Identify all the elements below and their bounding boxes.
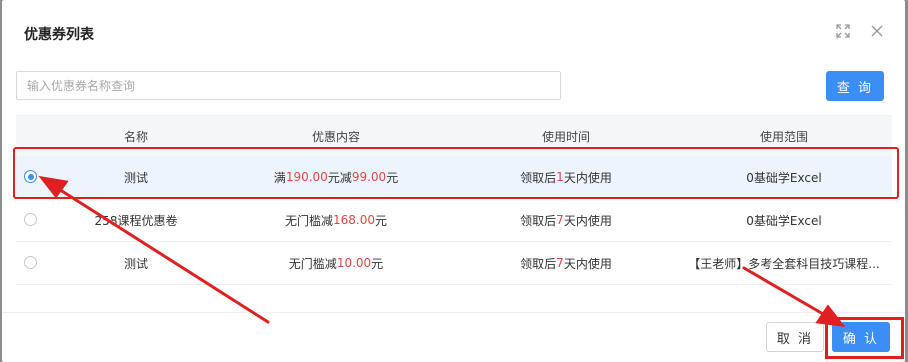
coupon-content: 满 190.00 元减 99.00 元	[273, 170, 399, 185]
header-name: 名称	[123, 129, 148, 144]
coupon-name: 测试	[123, 170, 148, 185]
coupon-content: 无门槛减 168.00 元	[284, 213, 388, 228]
cancel-button[interactable]: 取 消	[766, 322, 824, 352]
coupon-time: 领取后 1 天内使用	[520, 170, 612, 185]
dialog-header: 优惠券列表	[2, 0, 905, 62]
coupon-table: 名称 优惠内容 使用时间 使用范围 测试 满 190.00 元减 99.00 元 领取后…	[16, 115, 892, 285]
header-time: 使用时间	[541, 129, 590, 144]
row-radio[interactable]	[24, 256, 37, 269]
coupon-name: 测试	[123, 256, 148, 271]
coupon-name: 258课程优惠卷	[94, 213, 178, 228]
header-range: 使用范围	[759, 129, 808, 144]
query-button[interactable]: 查 询	[826, 71, 884, 101]
table-header: 名称 优惠内容 使用时间 使用范围	[16, 115, 892, 156]
row-radio-selected[interactable]	[24, 170, 37, 183]
search-input[interactable]	[16, 71, 561, 100]
coupon-list-dialog: 优惠券列表 查 询 名称 优惠内容 使用时间 使用范围 测试 满190.00元减…	[2, 0, 905, 362]
expand-icon[interactable]	[832, 20, 854, 42]
close-icon[interactable]	[866, 20, 888, 42]
table-row[interactable]: 测试 无门槛减 10.00 元 领取后 7 天内使用 【王老师】多考全套科目技巧课程..…	[16, 242, 892, 285]
header-content: 优惠内容	[311, 129, 360, 144]
coupon-time: 领取后 7 天内使用	[520, 256, 612, 271]
table-row[interactable]: 258课程优惠卷 无门槛减 168.00 元 领取后 7 天内使用 0基础学Excel	[16, 199, 892, 242]
table-row[interactable]: 测试 满 190.00 元减 99.00 元 领取后 1 天内使用 0基础学Excel	[16, 156, 892, 199]
confirm-button[interactable]: 确 认	[832, 322, 890, 352]
coupon-range: 0基础学Excel	[746, 170, 822, 185]
coupon-range: 【王老师】多考全套科目技巧课程...	[688, 256, 880, 271]
footer-divider	[2, 312, 905, 313]
dialog-title: 优惠券列表	[24, 27, 94, 43]
coupon-time: 领取后 7 天内使用	[520, 213, 612, 228]
row-radio[interactable]	[24, 213, 37, 226]
coupon-content: 无门槛减 10.00 元	[288, 256, 384, 271]
coupon-range: 0基础学Excel	[746, 213, 822, 228]
